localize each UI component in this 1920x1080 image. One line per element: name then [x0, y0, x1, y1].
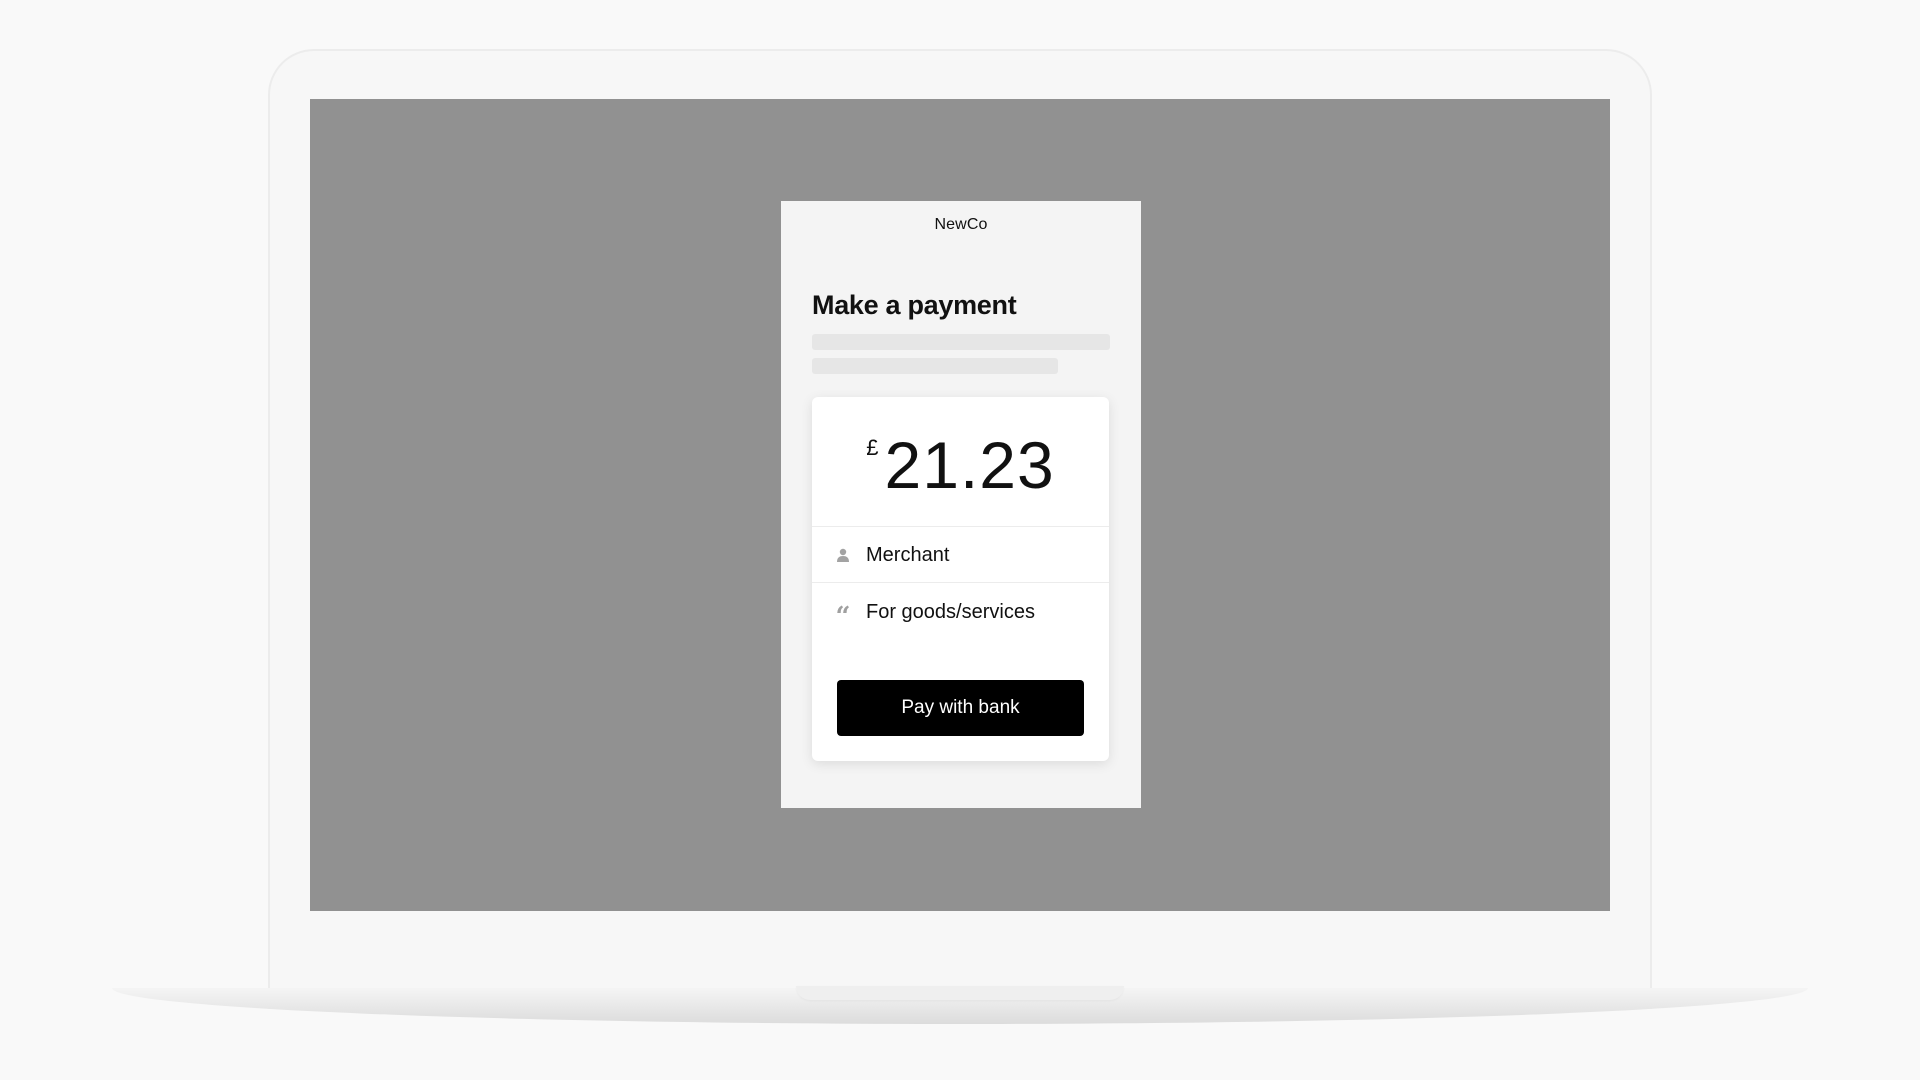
quote-icon: “: [835, 602, 851, 632]
person-icon: [834, 548, 852, 562]
payee-row: Merchant: [812, 535, 1109, 575]
skeleton-text-line: [812, 358, 1058, 374]
page-title: Make a payment: [812, 290, 1017, 320]
laptop-screen: NewCo Make a payment £21.23 Merchant “ F…: [310, 99, 1610, 911]
laptop-notch: [796, 986, 1124, 1000]
payee-name: Merchant: [866, 543, 950, 566]
payment-amount: £21.23: [812, 427, 1109, 503]
amount-value: 21.23: [884, 428, 1055, 502]
skeleton-text-line: [812, 334, 1110, 350]
divider: [812, 526, 1109, 527]
merchant-brand: NewCo: [934, 216, 988, 233]
payment-page: NewCo Make a payment £21.23 Merchant “ F…: [781, 201, 1141, 808]
divider: [812, 582, 1109, 583]
mockup-stage: NewCo Make a payment £21.23 Merchant “ F…: [0, 0, 1920, 1080]
reference-row: “ For goods/services: [812, 592, 1109, 632]
currency-symbol: £: [866, 435, 879, 460]
pay-with-bank-button[interactable]: Pay with bank: [837, 680, 1084, 736]
payment-summary-card: £21.23 Merchant “ For goods/services Pay…: [812, 397, 1109, 761]
payment-reference: For goods/services: [866, 600, 1035, 623]
